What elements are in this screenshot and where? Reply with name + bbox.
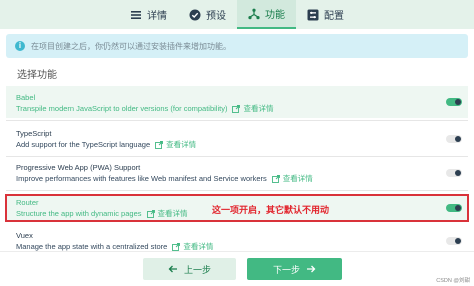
toggle-knob	[455, 136, 461, 142]
feature-desc: Transpile modern JavaScript to older ver…	[16, 103, 273, 114]
feature-desc-text: Transpile modern JavaScript to older ver…	[16, 104, 228, 113]
next-button[interactable]: 下一步	[247, 258, 342, 280]
feature-name: Vuex	[16, 231, 33, 240]
more-info-label: 查看详情	[166, 140, 197, 149]
tab-features[interactable]: 功能	[237, 0, 296, 29]
external-link-icon	[146, 209, 155, 218]
toggle-knob	[455, 99, 461, 105]
feature-desc-text: Add support for the TypeScript language	[16, 140, 151, 149]
feature-name: Router	[16, 198, 39, 207]
tab-features-label: 功能	[265, 10, 285, 21]
external-link-icon	[271, 174, 280, 183]
check-circle-icon	[189, 9, 201, 20]
more-info-label: 查看详情	[243, 104, 274, 113]
toggle-knob	[455, 205, 461, 211]
settings-box-icon	[307, 9, 319, 20]
section-title: 选择功能	[17, 70, 57, 81]
external-link-icon	[232, 104, 241, 113]
tab-config[interactable]: 配置	[296, 0, 355, 29]
arrow-left-icon	[168, 265, 177, 273]
more-info-label: 查看详情	[282, 174, 313, 183]
network-icon	[248, 8, 260, 19]
info-banner: i 在项目创建之后，你仍然可以通过安装插件来增加功能。	[6, 34, 468, 58]
tab-details-label: 详情	[147, 11, 167, 22]
feature-toggle[interactable]	[446, 135, 462, 143]
feature-babel[interactable]: Babel Transpile modern JavaScript to old…	[6, 86, 468, 118]
toggle-knob	[455, 170, 461, 176]
prev-button-label: 上一步	[183, 264, 211, 275]
divider	[6, 190, 468, 191]
feature-desc: Improve performances with features like …	[16, 173, 313, 184]
more-info-link[interactable]: 查看详情	[155, 139, 196, 150]
feature-toggle[interactable]	[446, 204, 462, 212]
tab-config-label: 配置	[324, 11, 344, 22]
annotation-text: 这一项开启，其它默认不用动	[212, 205, 330, 215]
top-nav: 详情 预设 功能 配置	[0, 0, 474, 29]
bottom-bar: 上一步 下一步	[0, 251, 474, 286]
feature-name: Progressive Web App (PWA) Support	[16, 163, 141, 172]
feature-desc: Add support for the TypeScript language …	[16, 139, 196, 150]
feature-toggle[interactable]	[446, 237, 462, 245]
tab-details[interactable]: 详情	[119, 0, 178, 29]
feature-desc-text: Structure the app with dynamic pages	[16, 209, 142, 218]
more-info-link[interactable]: 查看详情	[232, 103, 273, 114]
feature-toggle[interactable]	[446, 98, 462, 106]
feature-pwa[interactable]: Progressive Web App (PWA) Support Improv…	[6, 158, 468, 188]
watermark: CSDN @刘甜	[436, 278, 470, 284]
tab-presets-label: 预设	[206, 11, 226, 22]
arrow-right-icon	[307, 265, 316, 273]
prev-button[interactable]: 上一步	[143, 258, 236, 280]
feature-desc: Structure the app with dynamic pages 查看详…	[16, 208, 188, 219]
info-text: 在项目创建之后，你仍然可以通过安装插件来增加功能。	[31, 41, 231, 51]
feature-name: TypeScript	[16, 129, 52, 138]
tab-presets[interactable]: 预设	[178, 0, 237, 29]
external-link-icon	[172, 242, 181, 251]
more-info-link[interactable]: 查看详情	[271, 173, 313, 184]
feature-name: Babel	[16, 93, 36, 102]
list-icon	[131, 10, 141, 19]
divider	[6, 156, 468, 157]
divider	[6, 120, 468, 121]
feature-typescript[interactable]: TypeScript Add support for the TypeScrip…	[6, 124, 468, 154]
feature-desc-text: Manage the app state with a centralized …	[16, 242, 168, 251]
toggle-knob	[455, 238, 461, 244]
more-info-link[interactable]: 查看详情	[146, 208, 188, 219]
feature-vuex[interactable]: Vuex Manage the app state with a central…	[6, 226, 468, 252]
feature-desc-text: Improve performances with features like …	[16, 174, 267, 183]
info-icon: i	[15, 41, 25, 51]
more-info-label: 查看详情	[157, 209, 188, 218]
next-button-label: 下一步	[272, 264, 300, 275]
external-link-icon	[155, 140, 164, 149]
feature-toggle[interactable]	[446, 169, 462, 177]
